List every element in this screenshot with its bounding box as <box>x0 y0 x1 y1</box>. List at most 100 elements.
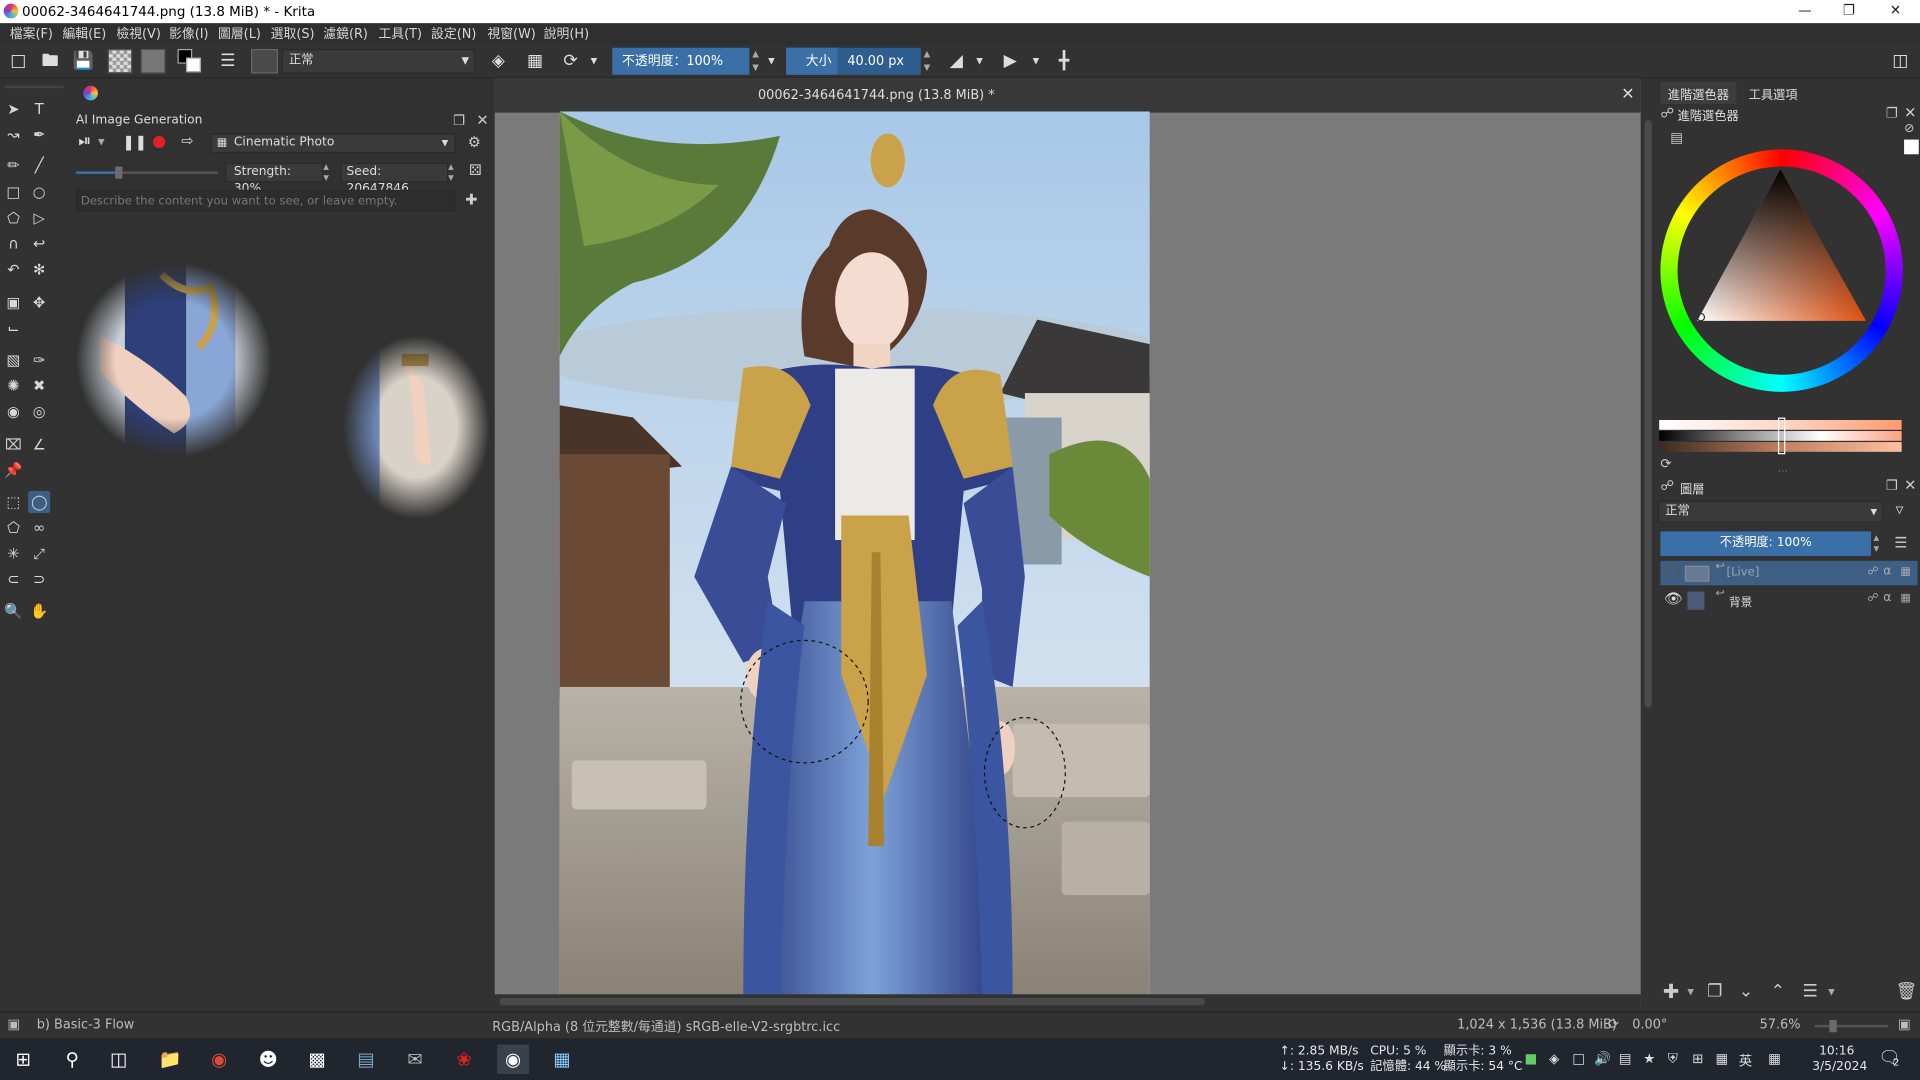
layer-alpha-icon[interactable]: α <box>1883 564 1891 577</box>
refresh-icon[interactable]: ⟳ <box>1660 456 1671 472</box>
rectangle-tool-icon[interactable]: □ <box>2 181 24 203</box>
eraser-icon[interactable]: ◈ <box>487 50 509 72</box>
bluetooth-icon[interactable]: ★ <box>1643 1051 1655 1067</box>
settings-gear-icon[interactable]: ⚙ <box>468 133 481 150</box>
color-options-icon[interactable]: ▤ <box>1670 130 1683 146</box>
horizontal-scroll-thumb[interactable] <box>499 997 1205 1006</box>
ime-language[interactable]: 英 <box>1739 1051 1752 1071</box>
size-slider[interactable]: 大小 40.00 px <box>786 47 921 75</box>
float-docker-icon[interactable]: ❐ <box>453 113 465 129</box>
nvidia-tray-icon[interactable]: ■ <box>1524 1051 1537 1067</box>
delete-layer-icon[interactable]: 🗑 <box>1896 982 1918 1002</box>
tray-window-icon[interactable]: □ <box>1572 1051 1585 1067</box>
blend-mode-select[interactable]: 正常 ▼ <box>281 48 476 74</box>
close-docker-icon[interactable]: ✕ <box>1904 476 1916 493</box>
canvas-only-icon[interactable]: ▣ <box>1898 1016 1911 1032</box>
splitter-handle[interactable]: ⋯ <box>1778 465 1788 476</box>
reference-image-icon[interactable]: 📌 <box>2 459 24 481</box>
contiguous-selection-icon[interactable]: ✳ <box>2 542 24 564</box>
terminal-icon[interactable]: ▩ <box>301 1044 333 1073</box>
menu-filter[interactable]: 濾鏡(R) <box>323 24 368 42</box>
tray-app-icon[interactable]: ◈ <box>1549 1051 1559 1067</box>
freehand-selection-icon[interactable]: ∞ <box>28 517 50 539</box>
ime-options-icon[interactable]: ▦ <box>1768 1051 1781 1067</box>
ellipse-tool-icon[interactable]: ○ <box>28 181 50 203</box>
document-tab-title[interactable]: 00062-3464641744.png (13.8 MiB) * <box>758 88 995 103</box>
layer-opacity-slider[interactable]: 不透明度: 100% <box>1660 531 1872 556</box>
line-tool-icon[interactable]: ╱ <box>28 154 50 176</box>
layer-opacity-stepper[interactable]: ▲ ▼ <box>1873 533 1879 555</box>
layer-visibility-icon[interactable]: 👁 <box>1664 590 1683 607</box>
reload-preset-icon[interactable]: ⟳ <box>560 50 582 72</box>
layer-inherit-alpha-icon[interactable]: ▦ <box>1900 593 1910 605</box>
wrap-around-icon[interactable]: ╋ <box>1053 50 1075 72</box>
move-tool-icon[interactable]: ✥ <box>28 291 50 313</box>
elliptical-selection-icon[interactable]: ◯ <box>28 491 51 514</box>
mirror-horizontal-icon[interactable]: ◢ <box>945 50 967 72</box>
mirror-vertical-icon[interactable]: ▶ <box>999 50 1021 72</box>
dynamic-brush-icon[interactable]: ↶ <box>2 258 24 280</box>
layer-menu-icon[interactable]: ☰ <box>1894 534 1907 551</box>
seed-spinbox[interactable]: Seed: 20647846 <box>340 162 449 196</box>
qq-icon[interactable]: ☻ <box>252 1044 284 1073</box>
rotation-value[interactable]: 0.00° <box>1632 1018 1667 1033</box>
chevron-down-icon[interactable]: ▼ <box>98 137 105 147</box>
pattern-selector[interactable] <box>140 48 166 74</box>
pause-icon[interactable]: ❚❚ <box>122 133 147 150</box>
chevron-down-icon[interactable]: ▼ <box>1828 987 1835 997</box>
brush-preset-icon[interactable]: ▣ <box>7 1016 20 1032</box>
magnetic-selection-icon[interactable]: ⊃ <box>28 568 50 590</box>
preview-thumbnail-hand-2[interactable] <box>342 335 490 520</box>
menu-view[interactable]: 檢視(V) <box>116 24 161 42</box>
shield-icon[interactable]: ⛨ <box>1668 1051 1678 1068</box>
menu-tools[interactable]: 工具(T) <box>378 24 422 42</box>
menu-layer[interactable]: 圖層(L) <box>218 24 261 42</box>
opacity-slider[interactable]: 不透明度：100% <box>612 47 750 75</box>
menu-edit[interactable]: 編輯(E) <box>62 24 106 42</box>
layer-lock-icon[interactable]: ☍ <box>1867 566 1878 578</box>
fill-tool-icon[interactable]: ◉ <box>2 400 24 422</box>
image-viewer-icon[interactable]: ▦ <box>546 1044 578 1073</box>
record-icon[interactable] <box>153 135 166 149</box>
workspace-switcher-icon[interactable]: ◫ <box>1889 50 1911 72</box>
windows-start-icon[interactable]: ⊞ <box>7 1044 39 1073</box>
polygon-selection-icon[interactable]: ⬠ <box>2 517 24 539</box>
bezier-selection-icon[interactable]: ⊂ <box>2 568 24 590</box>
float-docker-icon[interactable]: ❐ <box>1886 105 1898 121</box>
prompt-input[interactable]: Describe the content you want to see, or… <box>75 189 456 212</box>
background-color-swatch[interactable] <box>186 57 201 73</box>
bezier-tool-icon[interactable]: ∩ <box>2 233 24 255</box>
strength-stepper[interactable]: ▲ ▼ <box>323 162 329 184</box>
canvas-artwork[interactable] <box>559 111 1150 997</box>
color-triangle[interactable] <box>1697 168 1868 328</box>
perspective-grid-icon[interactable]: ⌧ <box>2 433 24 455</box>
mail-icon[interactable]: ✉ <box>399 1044 431 1073</box>
style-select[interactable]: ▦ Cinematic Photo ▼ <box>210 133 456 154</box>
app-icon[interactable]: ❀ <box>448 1044 480 1073</box>
file-explorer-icon[interactable]: 📁 <box>154 1044 186 1073</box>
menu-help[interactable]: 說明(H) <box>544 24 589 42</box>
zoom-value[interactable]: 57.6% <box>1760 1018 1801 1033</box>
apply-result-icon[interactable]: ⇨ <box>181 132 193 149</box>
measure-tool-icon[interactable]: ∠ <box>28 433 50 455</box>
layer-row[interactable]: ↩ [Live] ☍ α ▦ <box>1660 560 1918 586</box>
save-icon[interactable]: 💾 <box>72 50 94 72</box>
smart-patch-icon[interactable]: ✺ <box>2 375 24 397</box>
ime-mode-icon[interactable]: ▦ <box>1716 1051 1729 1067</box>
transform-tool-icon[interactable]: ▣ <box>2 291 24 313</box>
generate-play-icon[interactable]: ⏯ <box>78 132 91 150</box>
polyline-tool-icon[interactable]: ▷ <box>28 207 50 229</box>
no-color-icon[interactable]: ⊘ <box>1904 122 1914 135</box>
menu-image[interactable]: 影像(I) <box>169 24 209 42</box>
add-layer-icon[interactable]: ✚ <box>1663 980 1679 1003</box>
vertical-scrollbar[interactable] <box>1640 112 1656 1000</box>
close-document-icon[interactable]: ✕ <box>1621 86 1634 104</box>
pan-tool-icon[interactable]: ✋ <box>28 600 50 622</box>
float-docker-icon[interactable]: ❐ <box>1886 478 1898 494</box>
chevron-down-icon[interactable]: ▼ <box>1687 987 1694 997</box>
gradient-selector[interactable] <box>107 48 133 74</box>
close-docker-icon[interactable]: ✕ <box>1904 104 1916 121</box>
zoom-slider-thumb[interactable] <box>1829 1020 1837 1033</box>
brush-preset-icon[interactable] <box>251 48 278 74</box>
random-seed-icon[interactable]: ⚄ <box>469 162 482 179</box>
